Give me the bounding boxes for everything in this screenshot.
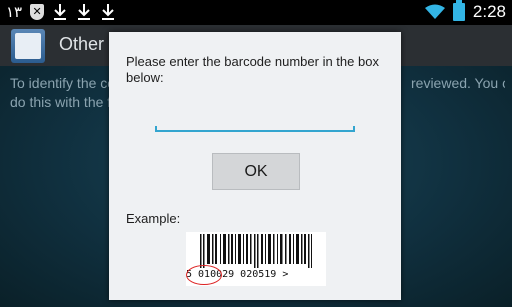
- barcode-bars: [200, 234, 312, 268]
- example-label: Example:: [126, 211, 181, 226]
- shield-x-icon: ✕: [30, 4, 45, 20]
- barcode-input[interactable]: [155, 114, 355, 132]
- clock: 2:28: [472, 2, 506, 21]
- download-icon: [102, 4, 115, 20]
- system-icons: 2:28: [424, 0, 506, 22]
- highlight-circle: [186, 265, 222, 285]
- wifi-icon: [424, 4, 445, 19]
- ok-button[interactable]: OK: [212, 153, 300, 190]
- download-icon: [78, 4, 91, 20]
- app-logo-icon[interactable]: [11, 29, 45, 63]
- dialog-prompt: Please enter the barcode number in the b…: [126, 54, 379, 85]
- example-barcode-image: 5 010029 020519 >: [186, 232, 326, 286]
- download-icon: [54, 4, 67, 20]
- status-bar: ١٣ ✕ 2:28: [0, 0, 512, 25]
- battery-icon: [452, 0, 465, 21]
- app-logo-inner: [15, 33, 41, 59]
- notification-icons: ١٣ ✕: [6, 3, 116, 21]
- barcode-entry-dialog: Please enter the barcode number in the b…: [109, 32, 401, 300]
- arabic-digit-indicator: ١٣: [6, 3, 23, 21]
